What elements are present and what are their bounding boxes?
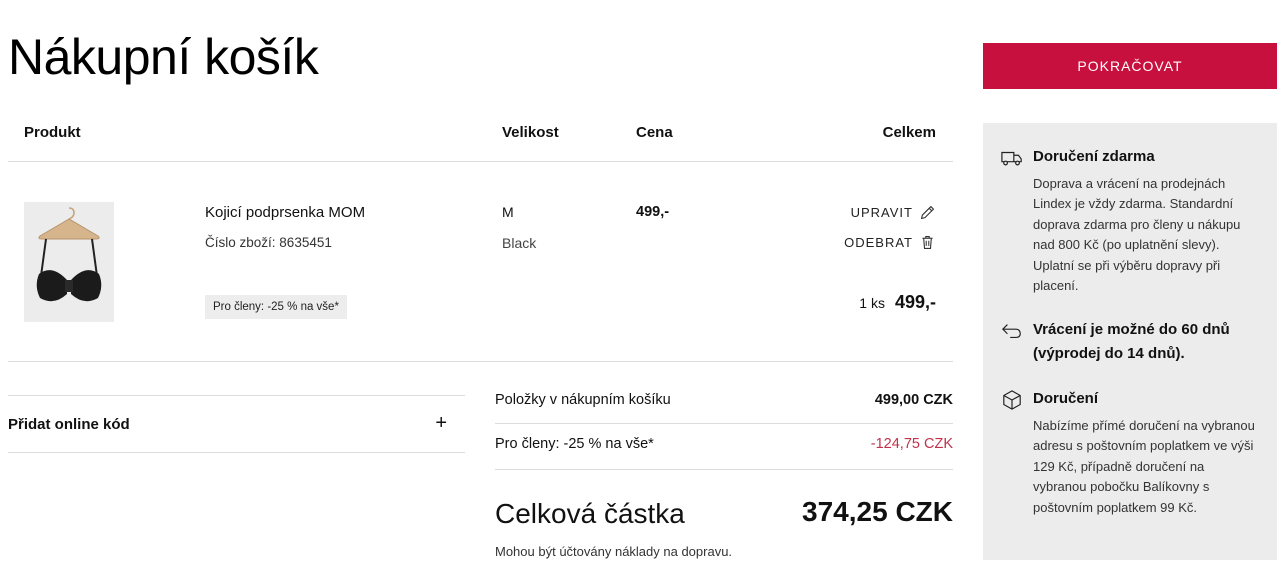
remove-item-button[interactable]: ODEBRAT xyxy=(844,234,936,251)
page-title: Nákupní košík xyxy=(8,29,319,85)
quantity-line: 1 ks 499,- xyxy=(859,292,936,313)
pencil-icon xyxy=(920,205,935,220)
product-image[interactable] xyxy=(24,202,114,322)
remove-label: ODEBRAT xyxy=(844,235,913,250)
product-sku: Číslo zboží: 8635451 xyxy=(205,235,332,250)
summary-total-value: 374,25 CZK xyxy=(802,496,953,527)
header-size: Velikost xyxy=(502,124,559,141)
cart-table: Produkt Velikost Cena Celkem Kojicí podp… xyxy=(8,118,953,362)
header-total: Celkem xyxy=(882,124,936,141)
summary-discount-value: -124,75 CZK xyxy=(870,436,953,452)
summary-total-label: Celková částka xyxy=(495,498,685,529)
truck-icon xyxy=(1001,151,1022,166)
product-color: Black xyxy=(502,235,537,251)
bra-image xyxy=(24,202,114,322)
edit-item-button[interactable]: UPRAVIT xyxy=(851,204,936,221)
product-size: M xyxy=(502,204,514,220)
header-product: Produkt xyxy=(24,124,81,141)
sku-label: Číslo zboží: xyxy=(205,235,276,250)
cart-item: Kojicí podprsenka MOM Číslo zboží: 86354… xyxy=(8,162,953,362)
cart-table-header: Produkt Velikost Cena Celkem xyxy=(8,118,953,162)
promo-code-label: Přidat online kód xyxy=(8,416,130,433)
summary-items-value: 499,00 CZK xyxy=(874,392,953,408)
sku-value: 8635451 xyxy=(279,235,332,250)
info-panel: Doručení zdarma Doprava a vrácení na pro… xyxy=(983,123,1277,560)
summary-total-row: Celková částka 374,25 CZK xyxy=(495,470,953,530)
member-promo-badge: Pro členy: -25 % na vše* xyxy=(205,295,347,319)
line-total: 499,- xyxy=(894,292,936,312)
delivery-text: Nabízíme přímé doručení na vybranou adre… xyxy=(1033,418,1255,515)
header-price: Cena xyxy=(636,124,673,141)
summary-discount-label: Pro členy: -25 % na vše* xyxy=(495,436,654,452)
return-arrow-icon xyxy=(1001,324,1021,339)
quantity: 1 ks xyxy=(859,295,885,311)
shipping-note: Mohou být účtovány náklady na dopravu. xyxy=(495,544,733,559)
add-promo-code-toggle[interactable]: Přidat online kód + xyxy=(8,395,465,453)
product-price: 499,- xyxy=(636,204,670,220)
free-delivery-text: Doprava a vrácení na prodejnách Lindex j… xyxy=(1033,176,1241,294)
summary-items-row: Položky v nákupním košíku 499,00 CZK xyxy=(495,380,953,424)
edit-label: UPRAVIT xyxy=(850,205,913,220)
order-summary: Položky v nákupním košíku 499,00 CZK Pro… xyxy=(495,380,953,559)
trash-icon xyxy=(922,235,933,250)
continue-button[interactable]: POKRAČOVAT xyxy=(983,43,1277,89)
summary-items-label: Položky v nákupním košíku xyxy=(495,392,671,408)
product-name[interactable]: Kojicí podprsenka MOM xyxy=(205,204,365,221)
returns-title: Vrácení je možné do 60 dnů (výprodej do … xyxy=(1033,321,1230,362)
delivery-title: Doručení xyxy=(1033,390,1099,407)
summary-discount-row: Pro členy: -25 % na vše* -124,75 CZK xyxy=(495,424,953,470)
package-icon xyxy=(1003,390,1021,410)
free-delivery-title: Doručení zdarma xyxy=(1033,148,1155,165)
plus-icon: + xyxy=(435,412,447,434)
